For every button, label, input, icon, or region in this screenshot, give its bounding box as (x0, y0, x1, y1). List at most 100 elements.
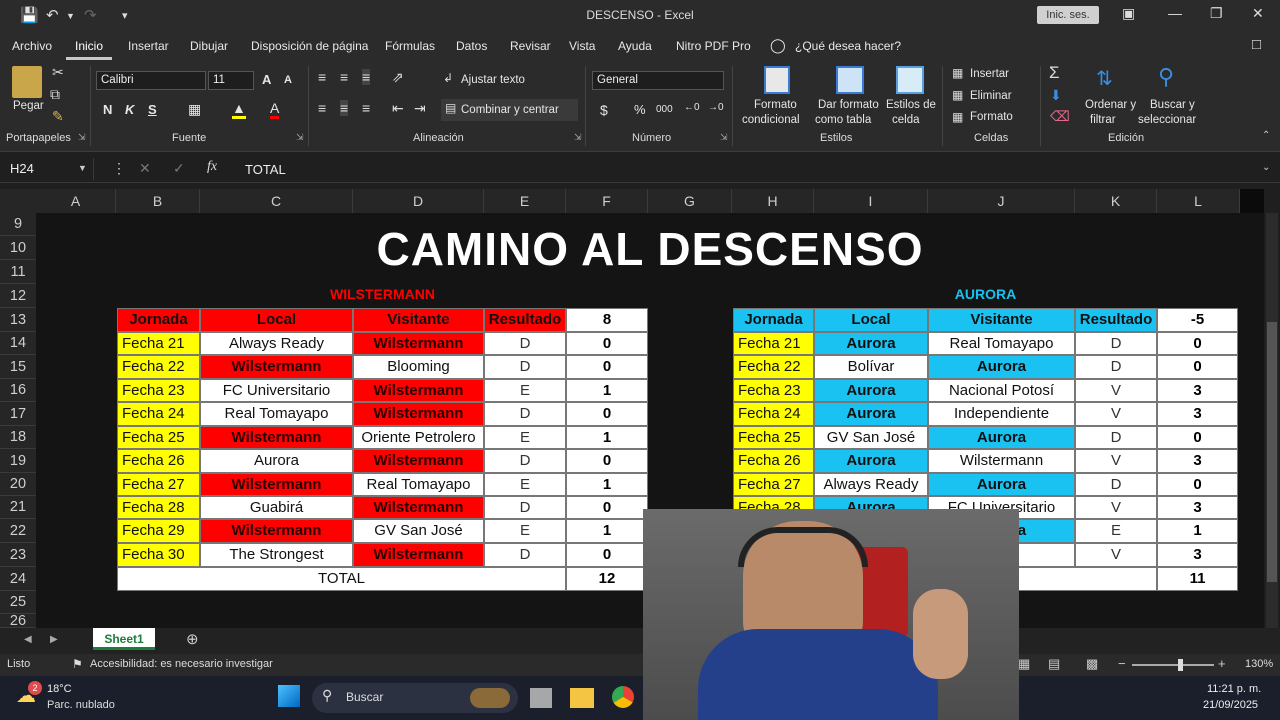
row-header-14[interactable]: 14 (0, 332, 36, 355)
right-row-2-jornada[interactable]: Fecha 23 (733, 379, 814, 402)
font-launcher-icon[interactable]: ⇲ (296, 132, 304, 143)
right-row-4-jornada[interactable]: Fecha 25 (733, 426, 814, 449)
left-row-4-resultado[interactable]: E (484, 426, 566, 449)
left-row-8-resultado[interactable]: E (484, 519, 566, 543)
row-header-25[interactable]: 25 (0, 591, 36, 614)
right-row-5-local[interactable]: Aurora (814, 449, 928, 473)
column-header-H[interactable]: H (732, 189, 814, 213)
right-row-6-jornada[interactable]: Fecha 27 (733, 473, 814, 496)
column-header-J[interactable]: J (928, 189, 1075, 213)
sort-filter-icon[interactable]: ⇅ (1096, 66, 1113, 91)
right-row-3-local[interactable]: Aurora (814, 402, 928, 426)
row-header-17[interactable]: 17 (0, 402, 36, 426)
left-row-3-resultado[interactable]: D (484, 402, 566, 426)
row-header-15[interactable]: 15 (0, 355, 36, 379)
zoom-slider[interactable] (1132, 664, 1214, 666)
right-row-3-resultado[interactable]: V (1075, 402, 1157, 426)
column-header-L[interactable]: L (1157, 189, 1240, 213)
menu-dibujar[interactable]: Dibujar (190, 39, 228, 53)
left-row-6-visitante[interactable]: Real Tomayapo (353, 473, 484, 496)
right-row-4-resultado[interactable]: D (1075, 426, 1157, 449)
left-row-6-puntos[interactable]: 1 (566, 473, 648, 496)
italic-icon[interactable]: K (125, 102, 134, 117)
left-row-9-visitante[interactable]: Wilstermann (353, 543, 484, 567)
find-l2[interactable]: seleccionar (1138, 114, 1196, 126)
underline-icon[interactable]: S (148, 102, 157, 117)
left-row-4-puntos[interactable]: 1 (566, 426, 648, 449)
paste-button[interactable]: Pegar (13, 100, 44, 112)
right-row-6-puntos[interactable]: 0 (1157, 473, 1238, 496)
sort-l1[interactable]: Ordenar y (1085, 99, 1136, 111)
right-row-5-jornada[interactable]: Fecha 26 (733, 449, 814, 473)
left-row-5-puntos[interactable]: 0 (566, 449, 648, 473)
close-icon[interactable]: ✕ (1252, 5, 1264, 22)
right-row-9-resultado[interactable]: V (1075, 543, 1157, 567)
left-header-1[interactable]: Local (200, 308, 353, 332)
autosum-icon[interactable]: Σ (1049, 63, 1060, 83)
row-header-23[interactable]: 23 (0, 543, 36, 567)
cell-styles-l1[interactable]: Estilos de (886, 99, 936, 111)
delete-cells-icon[interactable]: ▦ (952, 88, 963, 102)
page-break-icon[interactable]: ▩ (1086, 656, 1098, 672)
accessibility-icon[interactable]: ⚑ (72, 657, 83, 671)
right-row-7-resultado[interactable]: V (1075, 496, 1157, 519)
row-header-12[interactable]: 12 (0, 284, 36, 308)
left-row-2-local[interactable]: FC Universitario (200, 379, 353, 402)
left-row-9-local[interactable]: The Strongest (200, 543, 353, 567)
left-row-2-jornada[interactable]: Fecha 23 (117, 379, 200, 402)
row-header-18[interactable]: 18 (0, 426, 36, 449)
wrap-text-button[interactable]: Ajustar texto (461, 74, 525, 86)
left-total-value[interactable]: 12 (566, 567, 648, 591)
left-row-3-puntos[interactable]: 0 (566, 402, 648, 426)
paste-icon[interactable] (12, 66, 42, 98)
collapse-ribbon-icon[interactable]: ⌃ (1262, 130, 1270, 141)
right-row-6-visitante[interactable]: Aurora (928, 473, 1075, 496)
sheet-tab-sheet1[interactable]: Sheet1 (93, 628, 155, 650)
left-row-6-resultado[interactable]: E (484, 473, 566, 496)
name-box-dropdown-icon[interactable]: ▼ (78, 163, 87, 173)
row-header-20[interactable]: 20 (0, 473, 36, 496)
left-row-2-puntos[interactable]: 1 (566, 379, 648, 402)
accessibility-status[interactable]: Accesibilidad: es necesario investigar (90, 658, 273, 670)
left-row-7-resultado[interactable]: D (484, 496, 566, 519)
column-header-F[interactable]: F (566, 189, 648, 213)
row-header-21[interactable]: 21 (0, 496, 36, 519)
minimize-icon[interactable]: — (1168, 5, 1182, 21)
right-row-8-puntos[interactable]: 1 (1157, 519, 1238, 543)
file-explorer-icon[interactable] (570, 688, 594, 708)
align-middle-icon[interactable]: ≡ (340, 69, 348, 85)
insert-cells-button[interactable]: Insertar (970, 68, 1009, 80)
right-header-total[interactable]: -5 (1157, 308, 1238, 332)
row-header-26[interactable]: 26 (0, 614, 36, 628)
vertical-scroll-thumb[interactable] (1267, 322, 1277, 582)
left-row-8-visitante[interactable]: GV San José (353, 519, 484, 543)
right-row-9-puntos[interactable]: 3 (1157, 543, 1238, 567)
right-row-2-resultado[interactable]: V (1075, 379, 1157, 402)
column-header-C[interactable]: C (200, 189, 353, 213)
wrap-text-icon[interactable]: ↲ (443, 71, 453, 85)
delete-cells-button[interactable]: Eliminar (970, 90, 1012, 102)
left-row-5-visitante[interactable]: Wilstermann (353, 449, 484, 473)
row-header-16[interactable]: 16 (0, 379, 36, 402)
right-row-6-local[interactable]: Always Ready (814, 473, 928, 496)
left-row-6-jornada[interactable]: Fecha 27 (117, 473, 200, 496)
right-row-0-jornada[interactable]: Fecha 21 (733, 332, 814, 355)
conditional-format-icon[interactable] (764, 66, 790, 94)
table-format-l1[interactable]: Dar formato (818, 99, 879, 111)
cut-icon[interactable]: ✂ (52, 64, 64, 81)
select-all-corner[interactable] (0, 189, 36, 213)
right-row-3-visitante[interactable]: Independiente (928, 402, 1075, 426)
right-row-7-puntos[interactable]: 3 (1157, 496, 1238, 519)
shrink-font-icon[interactable]: A (284, 74, 292, 86)
row-header-22[interactable]: 22 (0, 519, 36, 543)
prev-sheet-icon[interactable]: ◀ (24, 634, 32, 645)
increase-indent-icon[interactable]: ⇥ (414, 100, 426, 117)
right-row-5-resultado[interactable]: V (1075, 449, 1157, 473)
right-header-0[interactable]: Jornada (733, 308, 814, 332)
left-row-1-resultado[interactable]: D (484, 355, 566, 379)
zoom-out-icon[interactable]: − (1118, 656, 1126, 671)
clear-icon[interactable]: ⌫ (1050, 108, 1070, 125)
cell-styles-l2[interactable]: celda (892, 114, 920, 126)
menu-datos[interactable]: Datos (456, 39, 487, 53)
left-row-5-local[interactable]: Aurora (200, 449, 353, 473)
